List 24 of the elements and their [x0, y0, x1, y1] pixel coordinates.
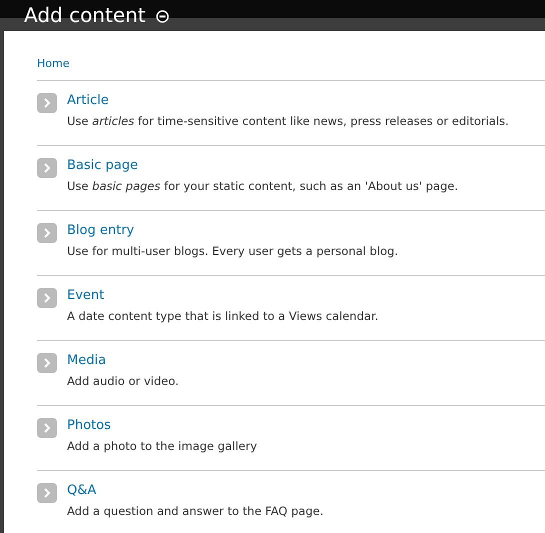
chevron-icon	[37, 158, 57, 178]
content-type-description: Add a photo to the image gallery	[67, 438, 257, 454]
page-title: Add content	[24, 3, 146, 27]
content-type-description: Use basic pages for your static content, such as an 'About us' page.	[67, 178, 458, 194]
content-type-link[interactable]: Media	[67, 352, 179, 370]
chevron-icon	[37, 353, 57, 373]
chevron-icon	[37, 223, 57, 243]
chevron-icon	[37, 483, 57, 503]
content-type-link[interactable]: Q&A	[67, 482, 324, 500]
content-type-link[interactable]: Event	[67, 287, 378, 305]
content-type-description: Use articles for time-sensitive content like news, press releases or editorials.	[67, 113, 509, 129]
content-type-link[interactable]: Basic page	[67, 157, 458, 175]
chevron-icon	[37, 418, 57, 438]
breadcrumb-link[interactable]: Home	[37, 57, 545, 71]
content-type-link[interactable]: Photos	[67, 417, 257, 435]
shortcut-icon[interactable]	[156, 10, 169, 23]
content-type-description: Use for multi-user blogs. Every user gets a personal blog.	[67, 243, 398, 259]
chevron-icon	[37, 288, 57, 308]
content-type-description: A date content type that is linked to a Views calendar.	[67, 308, 378, 324]
content-type-link[interactable]: Blog entry	[67, 222, 398, 240]
content-type-description: Add a question and answer to the FAQ page.	[67, 503, 324, 519]
chevron-icon	[37, 93, 57, 113]
content-type-description: Add audio or video.	[67, 373, 179, 389]
content-type-link[interactable]: Article	[67, 92, 509, 110]
